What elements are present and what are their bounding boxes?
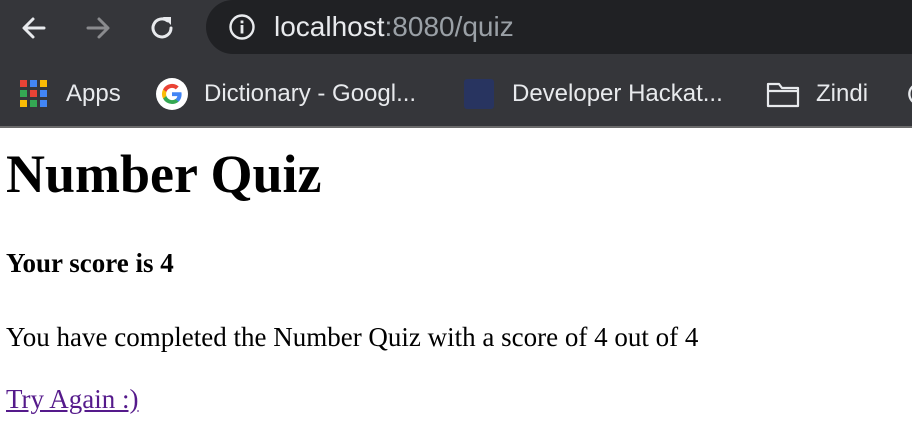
url-path: :8080/quiz	[384, 11, 514, 42]
completion-message: You have completed the Number Quiz with …	[6, 322, 699, 352]
chrome-divider	[0, 126, 912, 128]
try-again-link[interactable]: Try Again :)	[6, 382, 139, 416]
browser-chrome: localhost:8080/quiz Apps Dictionary - Go…	[0, 0, 912, 126]
bookmark-overflow-icon	[908, 85, 912, 103]
bookmark-developer-hackathon[interactable]: Developer Hackat...	[464, 72, 723, 116]
info-icon[interactable]	[228, 13, 256, 41]
back-button[interactable]	[14, 8, 54, 48]
bookmark-label: Dictionary - Googl...	[204, 80, 417, 107]
bookmark-apps[interactable]: Apps	[20, 72, 121, 116]
reload-button[interactable]	[142, 8, 182, 48]
bookmark-label: Apps	[66, 80, 121, 107]
url-text[interactable]: localhost:8080/quiz	[274, 8, 514, 46]
bookmark-label: Zindi	[816, 80, 869, 107]
score-heading: Your score is 4	[6, 248, 174, 278]
browser-toolbar: localhost:8080/quiz	[0, 0, 912, 56]
bookmark-dictionary[interactable]: Dictionary - Googl...	[156, 72, 416, 116]
bookmark-zindi[interactable]: Zindi	[766, 72, 868, 116]
arrow-left-icon	[22, 17, 46, 39]
bookmarks-bar: Apps Dictionary - Googl... Developer Hac…	[0, 72, 912, 116]
page-title: Number Quiz	[6, 144, 322, 204]
bookmark-overflow[interactable]	[902, 72, 912, 116]
forward-button[interactable]	[78, 8, 118, 48]
apps-grid-icon	[20, 80, 48, 108]
arrow-right-icon	[86, 17, 110, 39]
reload-icon	[151, 17, 173, 39]
folder-icon	[766, 82, 800, 108]
google-icon	[156, 78, 188, 110]
developer-icon	[464, 79, 494, 109]
bookmark-label: Developer Hackat...	[512, 80, 723, 107]
address-bar[interactable]: localhost:8080/quiz	[206, 0, 912, 54]
url-host: localhost	[274, 11, 385, 42]
